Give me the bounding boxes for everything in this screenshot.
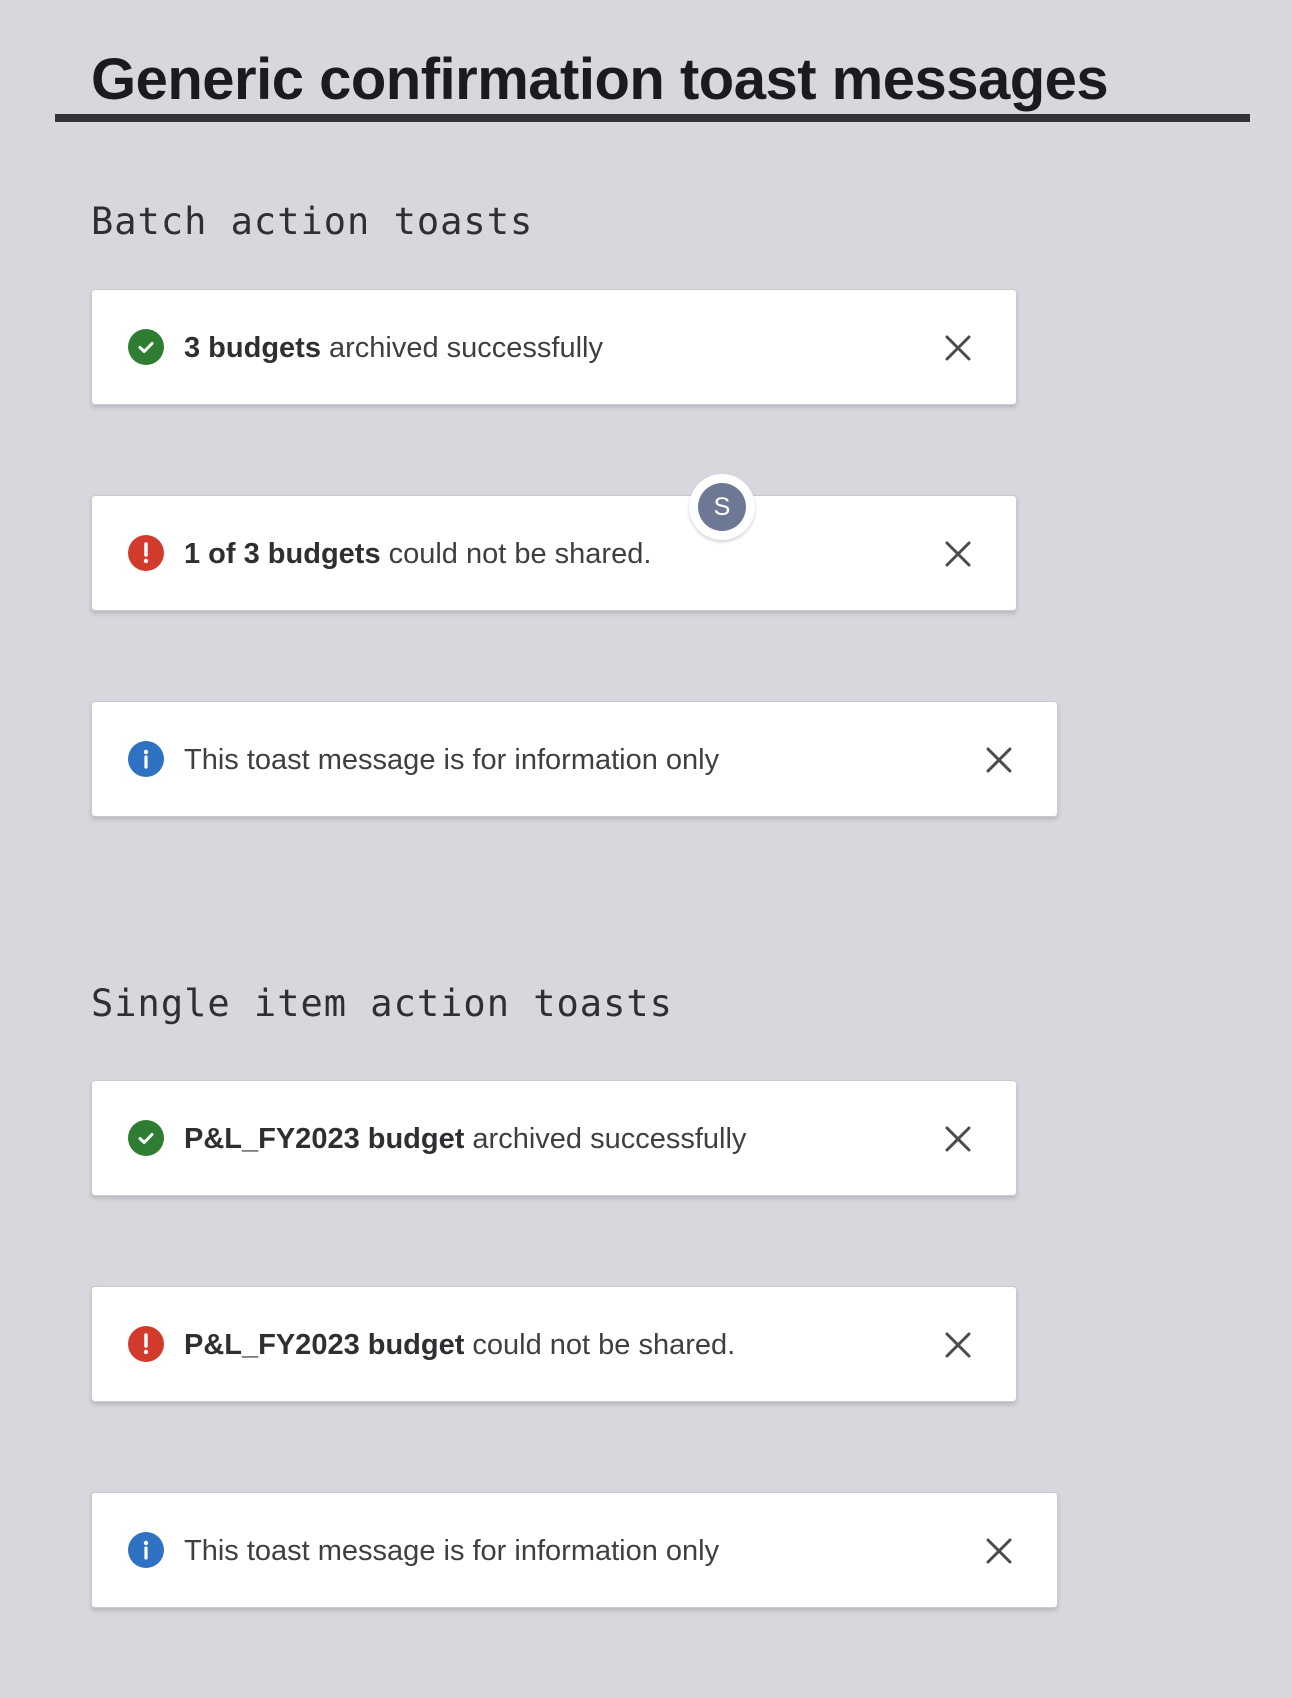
toast-message: P&L_FY2023 budget archived successfully	[184, 1081, 746, 1197]
page-title: Generic confirmation toast messages	[91, 47, 1109, 112]
toast-message: 1 of 3 budgets could not be shared.	[184, 496, 651, 612]
close-button[interactable]	[983, 1535, 1015, 1567]
toast-subject: 3 budgets	[184, 331, 321, 364]
close-button[interactable]	[942, 538, 974, 570]
toast-detail: archived successfully	[328, 331, 603, 364]
toast-message: This toast message is for information on…	[184, 702, 719, 818]
toast-message: 3 budgets archived successfully	[184, 290, 603, 406]
toast-subject: P&L_FY2023 budget	[184, 1328, 465, 1361]
section-title-single: Single item action toasts	[91, 982, 673, 1025]
toast-single-success: P&L_FY2023 budget archived successfully	[91, 1080, 1017, 1196]
toast-message: This toast message is for information on…	[184, 1493, 719, 1609]
toast-single-error: P&L_FY2023 budget could not be shared.	[91, 1286, 1017, 1402]
section-title-batch: Batch action toasts	[91, 200, 534, 243]
close-icon	[945, 335, 971, 361]
toast-batch-info: This toast message is for information on…	[91, 701, 1058, 817]
check-circle-icon	[128, 1120, 164, 1156]
toast-batch-success: 3 budgets archived successfully	[91, 289, 1017, 405]
close-button[interactable]	[983, 744, 1015, 776]
avatar: S	[698, 483, 746, 531]
toast-detail: archived successfully	[472, 1122, 747, 1155]
comment-marker[interactable]: S	[689, 474, 755, 540]
check-circle-icon	[128, 329, 164, 365]
exclamation-circle-icon	[128, 1326, 164, 1362]
close-icon	[986, 747, 1012, 773]
toast-message: P&L_FY2023 budget could not be shared.	[184, 1287, 735, 1403]
toast-detail: This toast message is for information on…	[184, 743, 720, 776]
close-button[interactable]	[942, 1123, 974, 1155]
toast-subject: 1 of 3 budgets	[184, 537, 381, 570]
close-button[interactable]	[942, 332, 974, 364]
toast-batch-error: 1 of 3 budgets could not be shared.	[91, 495, 1017, 611]
toast-subject: P&L_FY2023 budget	[184, 1122, 465, 1155]
toast-detail: This toast message is for information on…	[184, 1534, 720, 1567]
close-button[interactable]	[942, 1329, 974, 1361]
close-icon	[945, 1126, 971, 1152]
close-icon	[945, 541, 971, 567]
close-icon	[986, 1538, 1012, 1564]
toast-detail: could not be shared.	[472, 1328, 736, 1361]
info-circle-icon	[128, 741, 164, 777]
info-circle-icon	[128, 1532, 164, 1568]
toast-detail: could not be shared.	[388, 537, 652, 570]
title-divider	[55, 114, 1250, 122]
toast-single-info: This toast message is for information on…	[91, 1492, 1058, 1608]
exclamation-circle-icon	[128, 535, 164, 571]
close-icon	[945, 1332, 971, 1358]
